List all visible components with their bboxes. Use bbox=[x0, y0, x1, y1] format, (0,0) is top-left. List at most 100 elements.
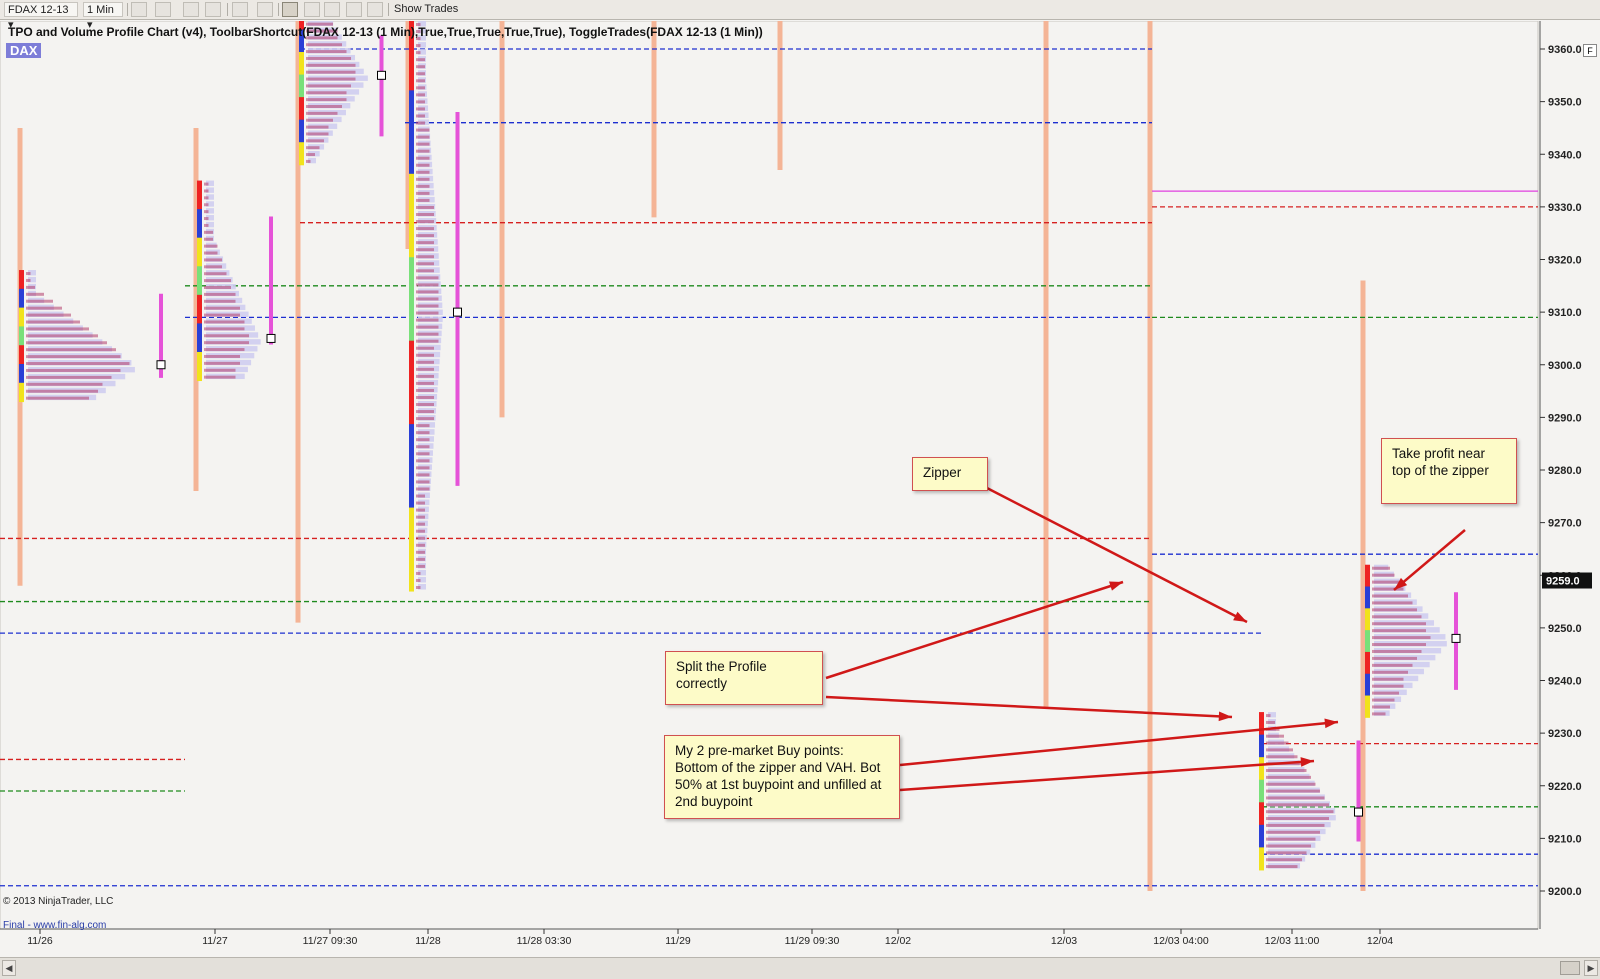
profile-column-segment bbox=[1259, 824, 1264, 848]
tpo-letters bbox=[416, 339, 439, 343]
tpo-letters bbox=[416, 318, 439, 322]
profile-column-segment bbox=[1259, 779, 1264, 803]
tpo-letters bbox=[416, 93, 425, 97]
tpo-letters bbox=[416, 388, 434, 392]
tpo-letters bbox=[306, 146, 320, 150]
tpo-letters bbox=[416, 156, 430, 160]
tpo-letters bbox=[26, 272, 31, 276]
tpo-letters bbox=[416, 58, 425, 62]
tpo-letters bbox=[1266, 748, 1293, 752]
profile-column-segment bbox=[19, 382, 24, 403]
tpo-letters bbox=[204, 196, 209, 200]
x-tick-label: 11/28 03:30 bbox=[517, 935, 572, 947]
scroll-left-icon[interactable]: ◀ bbox=[2, 960, 16, 976]
tpo-letters bbox=[204, 354, 240, 358]
scrollbar-thumb[interactable] bbox=[1560, 961, 1580, 975]
chart-settings-icon[interactable] bbox=[324, 2, 340, 17]
tpo-letters bbox=[306, 84, 351, 88]
tpo-letters bbox=[306, 132, 329, 136]
tpo-letters bbox=[416, 403, 434, 407]
tpo-letters bbox=[1372, 601, 1413, 605]
tpo-letters bbox=[1372, 580, 1399, 584]
tpo-letters bbox=[416, 487, 430, 491]
profile-column-segment bbox=[1365, 651, 1370, 675]
tpo-letters bbox=[26, 285, 35, 289]
tpo-letters bbox=[26, 382, 103, 386]
tpo-letters bbox=[204, 251, 218, 255]
tpo-letters bbox=[306, 125, 329, 129]
volume-toggle-icon[interactable] bbox=[304, 2, 320, 17]
tpo-letters bbox=[416, 494, 425, 498]
y-tick-label: 9250.0 bbox=[1548, 623, 1582, 635]
tpo-letters bbox=[416, 255, 434, 259]
tpo-letters bbox=[416, 304, 439, 308]
y-tick-label: 9210.0 bbox=[1548, 833, 1582, 845]
current-price-label: 9259.0 bbox=[1546, 576, 1580, 588]
bar-type-icon[interactable] bbox=[131, 2, 147, 17]
tpo-letters bbox=[416, 212, 434, 216]
tpo-letters bbox=[1372, 705, 1390, 709]
properties-icon[interactable] bbox=[346, 2, 362, 17]
profile-column-segment bbox=[197, 351, 202, 382]
tpo-toggle-icon[interactable] bbox=[282, 2, 298, 17]
annotation-arrow bbox=[1393, 529, 1466, 591]
tpo-letters bbox=[416, 276, 439, 280]
tpo-letters bbox=[306, 77, 356, 81]
tpo-letters bbox=[26, 355, 121, 359]
x-tick-label: 11/29 09:30 bbox=[785, 935, 840, 947]
tpo-letters bbox=[416, 346, 434, 350]
tpo-letters bbox=[416, 459, 430, 463]
tpo-letters bbox=[416, 445, 430, 449]
tpo-letters bbox=[1266, 714, 1271, 718]
tpo-letters bbox=[416, 248, 434, 252]
draw-pencil-icon[interactable] bbox=[155, 2, 171, 17]
profile-column-segment bbox=[409, 90, 414, 175]
tpo-letters bbox=[1266, 851, 1307, 855]
horizontal-scrollbar[interactable]: ◀ ▶ bbox=[0, 957, 1600, 979]
tpo-letters bbox=[306, 153, 315, 157]
tpo-letters bbox=[1372, 636, 1431, 640]
tpo-letters bbox=[416, 424, 430, 428]
profile-column-segment bbox=[19, 326, 24, 346]
scroll-right-icon[interactable]: ▶ bbox=[1584, 960, 1598, 976]
profile-column-segment bbox=[19, 288, 24, 309]
data-box-icon[interactable] bbox=[257, 2, 273, 17]
corner-button[interactable]: F bbox=[1583, 44, 1597, 57]
tpo-letters bbox=[204, 341, 249, 345]
show-trades-button[interactable]: Show Trades bbox=[394, 2, 458, 17]
profile-column-segment bbox=[19, 363, 24, 384]
tpo-letters bbox=[1266, 844, 1311, 848]
tpo-letters bbox=[416, 128, 430, 132]
tpo-letters bbox=[416, 234, 434, 238]
tpo-letters bbox=[204, 320, 245, 324]
template-icon[interactable] bbox=[367, 2, 383, 17]
tpo-letters bbox=[306, 98, 347, 102]
tpo-letters bbox=[204, 306, 240, 310]
tpo-letters bbox=[1372, 712, 1386, 716]
profile-column-segment bbox=[409, 257, 414, 342]
footer-link[interactable]: Final - www.fin-alg.com bbox=[3, 920, 106, 931]
profile-column-segment bbox=[1365, 630, 1370, 653]
crosshair-icon[interactable] bbox=[232, 2, 248, 17]
tpo-letters bbox=[416, 571, 421, 575]
tpo-letters bbox=[26, 313, 71, 317]
tpo-letters bbox=[306, 56, 351, 60]
tpo-letters bbox=[306, 118, 333, 122]
poc-marker bbox=[453, 307, 462, 317]
tpo-letters bbox=[416, 100, 425, 104]
tpo-letters bbox=[1266, 817, 1329, 821]
profile-column-segment bbox=[1259, 757, 1264, 781]
tpo-letters bbox=[1266, 768, 1307, 772]
tpo-letters bbox=[1372, 698, 1395, 702]
instrument-selector[interactable]: FDAX 12-13 ▾ bbox=[4, 2, 78, 31]
interval-selector[interactable]: 1 Min ▾ bbox=[83, 2, 123, 31]
chart-panel[interactable]: 9200.09210.09220.09230.09240.09250.09260… bbox=[0, 21, 1600, 957]
tpo-letters bbox=[1266, 734, 1284, 738]
tpo-letters bbox=[416, 241, 434, 245]
annotation-take-profit: Take profit near top of the zipper bbox=[1381, 438, 1517, 504]
zoom-out-icon[interactable] bbox=[205, 2, 221, 17]
zoom-in-icon[interactable] bbox=[183, 2, 199, 17]
tpo-letters bbox=[416, 332, 439, 336]
tpo-letters bbox=[1372, 684, 1404, 688]
x-tick-label: 12/03 04:00 bbox=[1153, 935, 1209, 947]
